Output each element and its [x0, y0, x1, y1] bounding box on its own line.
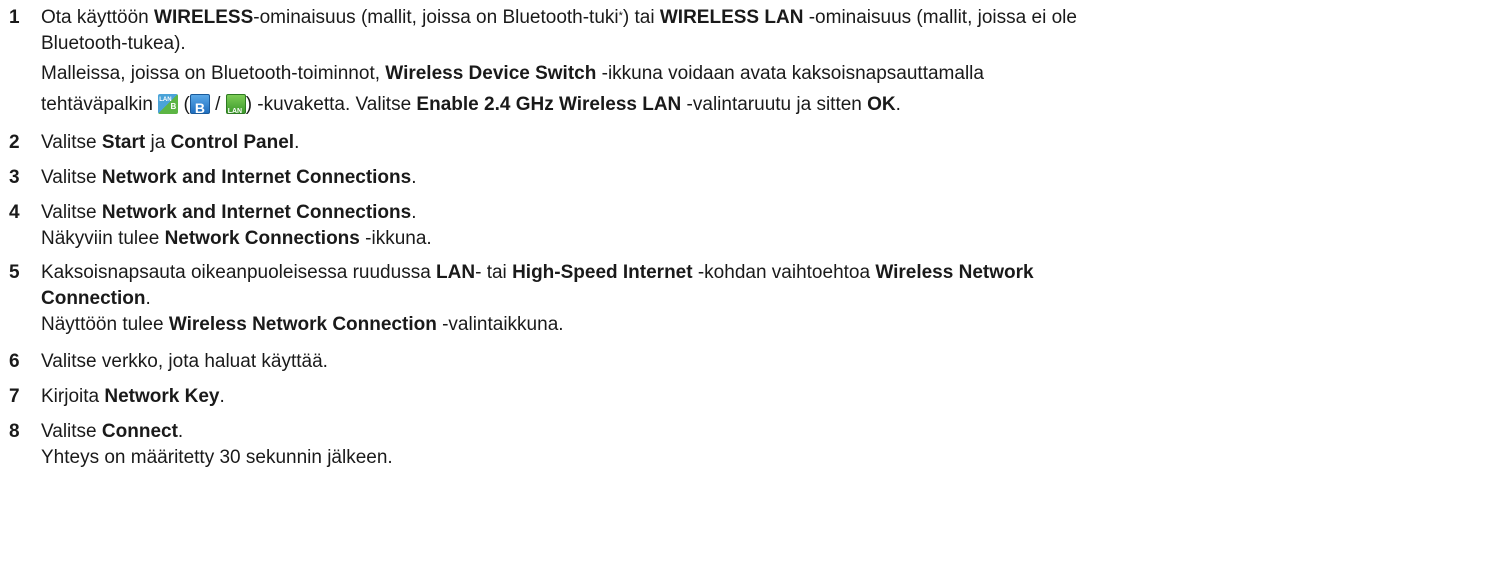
step-1-line-1: Ota käyttöön WIRELESS-ominaisuus (mallit… — [41, 7, 1077, 28]
step-2-text: Valitse Start ja Control Panel. — [41, 132, 300, 153]
step-number: 1 — [9, 7, 20, 28]
step-5-line-2: Connection. — [41, 288, 151, 309]
step-4-line-2: Näkyviin tulee Network Connections -ikku… — [41, 228, 432, 249]
step-number: 8 — [9, 421, 20, 442]
bluetooth-icon — [189, 94, 210, 114]
step-number: 5 — [9, 262, 20, 283]
step-number: 2 — [9, 132, 20, 153]
step-8-line-1: Valitse Connect. — [41, 421, 184, 442]
lan-icon — [225, 94, 246, 114]
step-3-text: Valitse Network and Internet Connections… — [41, 167, 417, 188]
step-1-line-4: tehtäväpalkin ( / ) -kuvaketta. Valitse … — [41, 92, 901, 118]
step-5-line-3: Näyttöön tulee Wireless Network Connecti… — [41, 314, 564, 335]
step-5-line-1: Kaksoisnapsauta oikeanpuoleisessa ruudus… — [41, 262, 1034, 283]
step-8-line-2: Yhteys on määritetty 30 sekunnin jälkeen… — [41, 447, 393, 468]
step-1-line-2: Bluetooth-tukea). — [41, 33, 186, 54]
step-number: 7 — [9, 386, 20, 407]
step-4-line-1: Valitse Network and Internet Connections… — [41, 202, 417, 223]
step-6-text: Valitse verkko, jota haluat käyttää. — [41, 351, 328, 372]
step-number: 6 — [9, 351, 20, 372]
step-number: 4 — [9, 202, 20, 223]
step-1-line-3: Malleissa, joissa on Bluetooth-toiminnot… — [41, 63, 984, 84]
step-7-text: Kirjoita Network Key. — [41, 386, 225, 407]
wireless-lan-bluetooth-icon — [158, 94, 179, 114]
step-number: 3 — [9, 167, 20, 188]
